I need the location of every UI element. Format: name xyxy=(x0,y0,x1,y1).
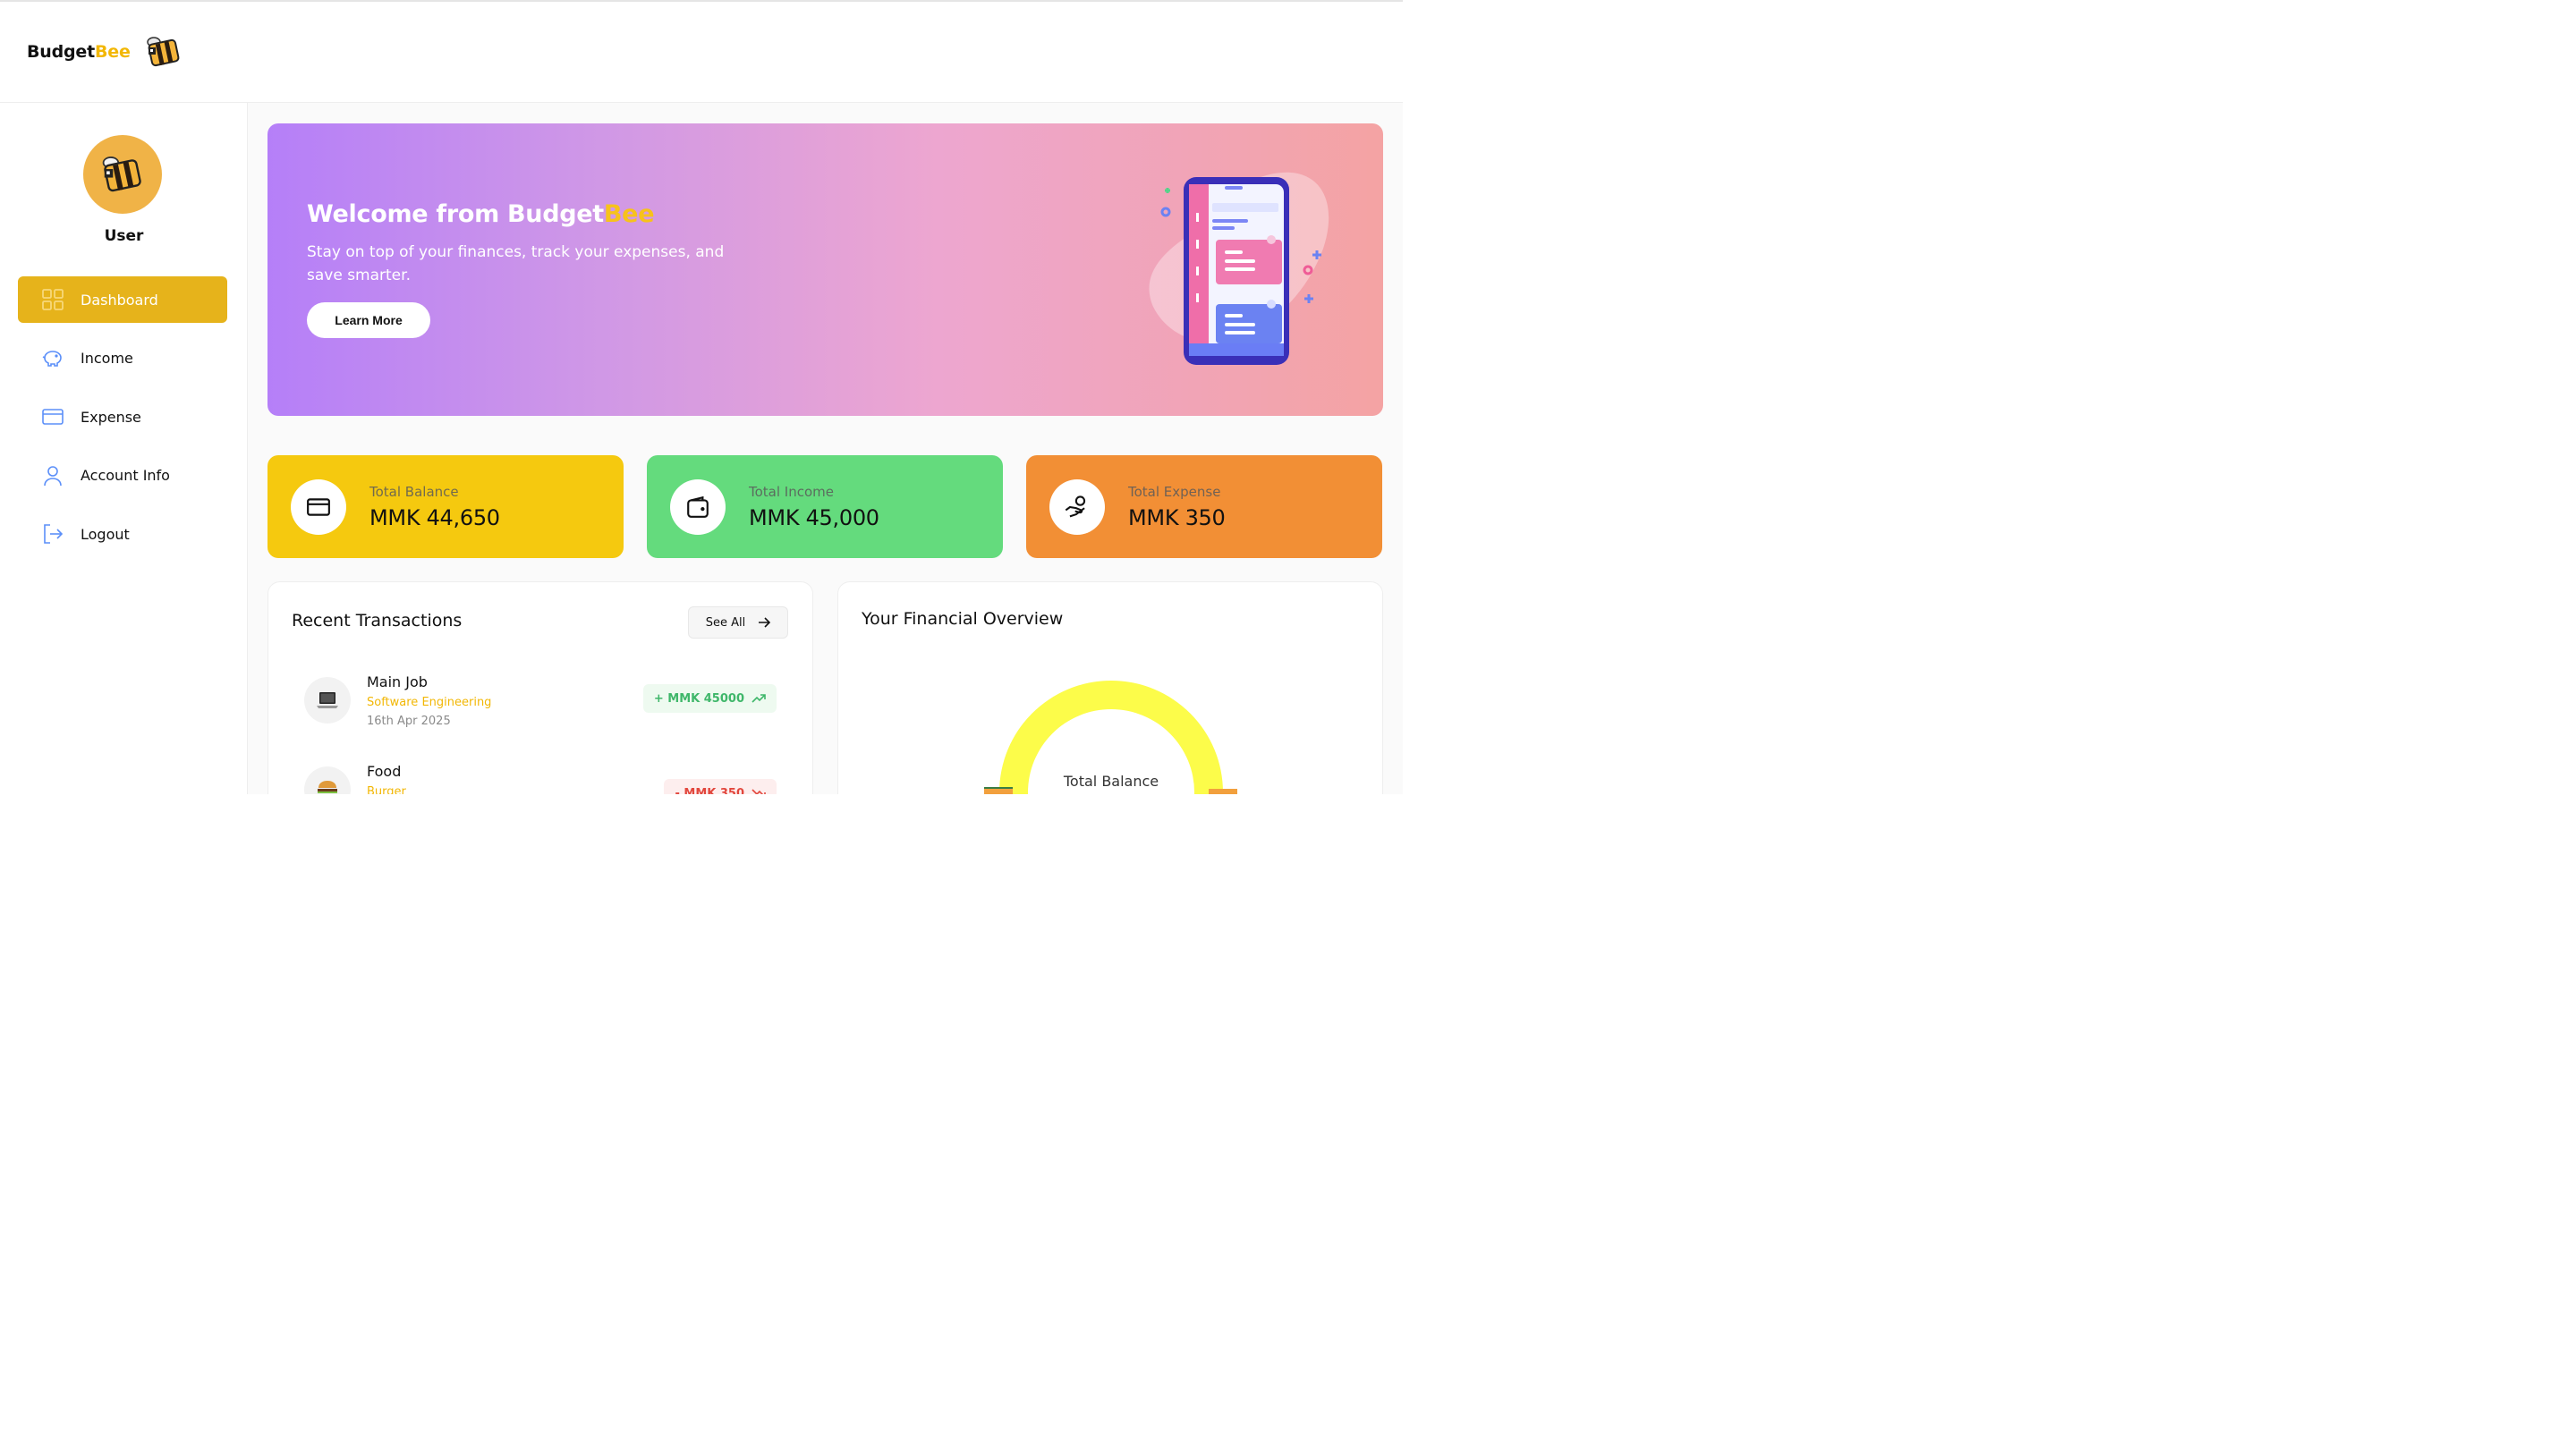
transaction-amount: + MMK 45000 xyxy=(653,691,744,706)
welcome-title: Welcome from BudgetBee xyxy=(307,200,655,228)
main-content: Welcome from BudgetBee Stay on top of yo… xyxy=(248,103,1403,794)
welcome-banner: Welcome from BudgetBee Stay on top of yo… xyxy=(267,123,1383,416)
burger-icon xyxy=(304,766,351,794)
financial-overview-donut-chart xyxy=(984,681,1237,794)
transaction-date: 16th Apr 2025 xyxy=(367,715,451,728)
sidebar-item-account-info[interactable]: Account Info xyxy=(18,453,227,499)
sidebar-item-label: Logout xyxy=(81,525,130,543)
see-all-label: See All xyxy=(705,615,746,630)
stat-label: Total Balance xyxy=(369,483,459,500)
learn-more-button[interactable]: Learn More xyxy=(307,302,430,338)
avatar[interactable] xyxy=(83,135,162,214)
brand-name: BudgetBee xyxy=(27,42,131,62)
trend-up-icon xyxy=(752,694,766,703)
user-name: User xyxy=(104,227,144,245)
wallet-icon xyxy=(670,478,726,535)
credit-card-icon xyxy=(42,409,64,425)
transaction-amount-badge: - MMK 350 xyxy=(664,779,777,794)
stat-card-total-expense: Total Expense MMK 350 xyxy=(1026,455,1382,558)
stat-label: Total Income xyxy=(749,483,834,500)
transaction-category: Burger xyxy=(367,785,406,794)
logout-icon xyxy=(44,524,64,544)
sidebar-item-label: Account Info xyxy=(81,467,170,484)
stat-card-total-income: Total Income MMK 45,000 xyxy=(647,455,1003,558)
laptop-icon xyxy=(304,677,351,724)
financial-overview-panel: Your Financial Overview Total Balance xyxy=(837,581,1383,794)
donut-center-label: Total Balance xyxy=(1063,773,1159,790)
sidebar: User Dashboard Income Expense Account In… xyxy=(0,103,248,794)
hand-coins-icon xyxy=(1049,478,1105,535)
dashboard-grid-icon xyxy=(42,289,64,310)
sidebar-item-expense[interactable]: Expense xyxy=(18,394,227,440)
transaction-row[interactable]: Food Burger - MMK 350 xyxy=(304,763,777,794)
stat-card-total-balance: Total Balance MMK 44,650 xyxy=(267,455,624,558)
card-icon xyxy=(291,478,346,535)
transaction-title: Food xyxy=(367,763,402,780)
brand[interactable]: BudgetBee xyxy=(27,35,183,69)
sidebar-item-logout[interactable]: Logout xyxy=(18,511,227,557)
transaction-amount-badge: + MMK 45000 xyxy=(642,684,777,713)
stat-value: MMK 45,000 xyxy=(749,504,879,530)
stat-value: MMK 350 xyxy=(1128,504,1226,530)
sidebar-nav: Dashboard Income Expense Account Info Lo… xyxy=(18,276,227,570)
stat-value: MMK 44,650 xyxy=(369,504,500,530)
arrow-right-icon xyxy=(759,617,771,628)
piggy-bank-icon xyxy=(42,350,62,367)
bee-logo-icon xyxy=(145,35,183,69)
sidebar-item-income[interactable]: Income xyxy=(18,335,227,382)
user-icon xyxy=(44,465,62,486)
bee-avatar-icon xyxy=(102,157,141,192)
stat-label: Total Expense xyxy=(1128,483,1221,500)
transaction-row[interactable]: Main Job Software Engineering 16th Apr 2… xyxy=(304,673,777,745)
phone-illustration-icon xyxy=(1149,172,1329,365)
sidebar-item-label: Expense xyxy=(81,408,141,426)
panel-title: Recent Transactions xyxy=(292,611,463,631)
transaction-category: Software Engineering xyxy=(367,696,492,709)
sidebar-item-label: Income xyxy=(81,350,133,367)
trend-down-icon xyxy=(752,789,766,794)
top-bar: BudgetBee xyxy=(0,2,1403,103)
transaction-amount: - MMK 350 xyxy=(675,786,744,795)
see-all-button[interactable]: See All xyxy=(688,606,788,639)
recent-transactions-panel: Recent Transactions See All Main Job Sof… xyxy=(267,581,813,794)
sidebar-item-dashboard[interactable]: Dashboard xyxy=(18,276,227,323)
transaction-title: Main Job xyxy=(367,673,428,690)
sidebar-item-label: Dashboard xyxy=(81,291,158,309)
welcome-subtitle: Stay on top of your finances, track your… xyxy=(307,243,725,284)
